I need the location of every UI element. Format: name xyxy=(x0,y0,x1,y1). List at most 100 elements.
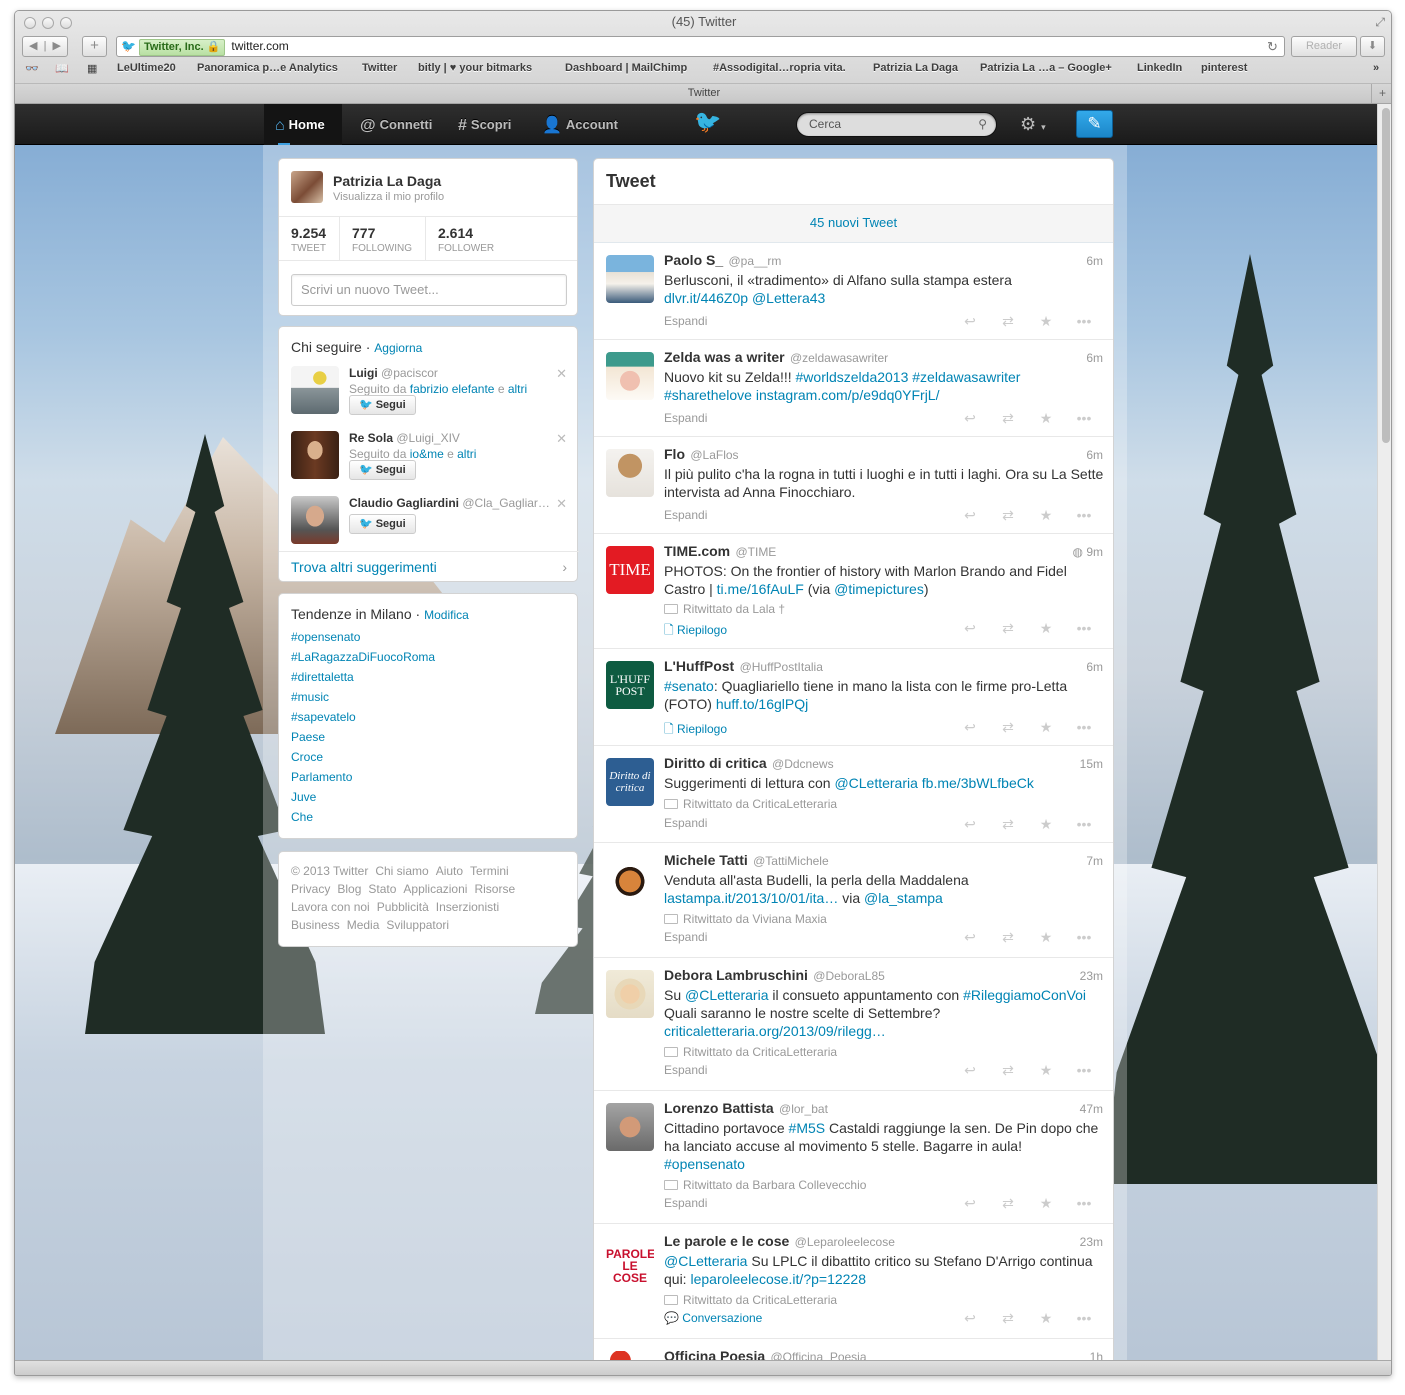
address-bar[interactable]: 🐦 Twitter, Inc. 🔒 twitter.com xyxy=(116,36,1285,57)
tweet-header[interactable]: Le parole e le cose @Leparoleelecose xyxy=(664,1233,895,1249)
avatar[interactable] xyxy=(606,1351,654,1360)
hashtag-link[interactable]: #sharethelove xyxy=(664,387,752,403)
retweet-icon[interactable]: ⇄ xyxy=(989,507,1027,524)
tweet-item[interactable]: Michele Tatti @TattiMichele 7m Venduta a… xyxy=(594,843,1113,958)
hashtag-link[interactable]: #zeldawasawriter xyxy=(912,369,1020,385)
find-more-suggestions-link[interactable]: Trova altri suggerimenti › xyxy=(279,551,579,583)
favorite-icon[interactable]: ★ xyxy=(1027,313,1065,330)
more-icon[interactable]: ••• xyxy=(1065,719,1103,735)
tweet-link[interactable]: fb.me/3bWLfbeCk xyxy=(922,775,1034,791)
tweet-item[interactable]: Zelda was a writer @zeldawasawriter 6m N… xyxy=(594,340,1113,437)
dismiss-icon[interactable]: ✕ xyxy=(556,366,567,382)
trend-item[interactable]: #direttaletta xyxy=(291,670,354,684)
settings-gear-icon[interactable]: ⚙ ▾ xyxy=(1020,112,1046,139)
tweet-header[interactable]: Lorenzo Battista @lor_bat xyxy=(664,1100,828,1116)
bookmark-item[interactable]: Dashboard | MailChimp xyxy=(565,62,687,74)
footer-link[interactable]: Chi siamo xyxy=(375,864,428,878)
more-icon[interactable]: ••• xyxy=(1065,620,1103,636)
footer-link[interactable]: Business xyxy=(291,918,340,932)
mention-link[interactable]: @CLetteraria xyxy=(685,987,768,1003)
back-forward-buttons[interactable]: ◀ | ▶ xyxy=(22,36,68,57)
avatar[interactable] xyxy=(606,855,654,903)
nav-home[interactable]: ⌂ Home xyxy=(264,104,342,145)
reader-button[interactable]: Reader xyxy=(1291,36,1357,57)
scrollbar-thumb[interactable] xyxy=(1382,108,1390,443)
new-tab-button[interactable]: + xyxy=(1371,84,1391,103)
favorite-icon[interactable]: ★ xyxy=(1027,1062,1065,1079)
followed-by-link[interactable]: io&me xyxy=(410,447,444,461)
tweet-item[interactable]: Lorenzo Battista @lor_bat 47m Cittadino … xyxy=(594,1091,1113,1224)
hashtag-link[interactable]: #opensenato xyxy=(664,1156,745,1172)
mention-link[interactable]: @la_stampa xyxy=(864,890,943,906)
footer-link[interactable]: Risorse xyxy=(474,882,515,896)
footer-link[interactable]: Sviluppatori xyxy=(386,918,449,932)
hashtag-link[interactable]: #M5S xyxy=(789,1120,826,1136)
favorite-icon[interactable]: ★ xyxy=(1027,719,1065,736)
forward-icon[interactable]: ▶ xyxy=(53,40,61,52)
footer-link[interactable]: Inserzionisti xyxy=(436,900,499,914)
tweet-header[interactable]: Paolo S_ @pa__rm xyxy=(664,252,781,268)
tab-twitter[interactable]: Twitter xyxy=(688,87,720,99)
followed-by-link[interactable]: fabrizio elefante xyxy=(410,382,495,396)
hashtag-link[interactable]: #RileggiamoConVoi xyxy=(963,987,1086,1003)
tweet-item[interactable]: L'HUFF POST L'HuffPost @HuffPostItalia 6… xyxy=(594,649,1113,746)
tweet-header[interactable]: Diritto di critica @Ddcnews xyxy=(664,755,834,771)
footer-link[interactable]: Aiuto xyxy=(436,864,463,878)
reply-icon[interactable]: ↩ xyxy=(951,1195,989,1212)
reply-icon[interactable]: ↩ xyxy=(951,1062,989,1079)
tweet-header[interactable]: Flo @LaFlos xyxy=(664,446,739,462)
stat-tweets[interactable]: 9.254 TWEET xyxy=(279,217,340,261)
vertical-scrollbar[interactable] xyxy=(1377,104,1391,1360)
new-tweet-input[interactable]: Scrivi un nuovo Tweet... xyxy=(291,274,567,306)
favorite-icon[interactable]: ★ xyxy=(1027,620,1065,637)
stat-following[interactable]: 777 FOLLOWING xyxy=(340,217,426,261)
avatar[interactable]: L'HUFF POST xyxy=(606,661,654,709)
tweet-item[interactable]: Debora Lambruschini @DeboraL85 23m Su @C… xyxy=(594,958,1113,1091)
footer-link[interactable]: Applicazioni xyxy=(403,882,467,896)
bookmark-item[interactable]: #Assodigital…ropria vita. xyxy=(713,62,846,74)
tweet-time[interactable]: 23m xyxy=(1080,969,1103,983)
retweet-icon[interactable]: ⇄ xyxy=(989,929,1027,946)
tweet-item[interactable]: PAROLE LE COSE Le parole e le cose @Lepa… xyxy=(594,1224,1113,1339)
retweet-icon[interactable]: ⇄ xyxy=(989,410,1027,427)
mention-link[interactable]: @Lettera43 xyxy=(752,290,825,306)
avatar[interactable] xyxy=(606,255,654,303)
retweet-icon[interactable]: ⇄ xyxy=(989,1062,1027,1079)
tweet-time[interactable]: 6m xyxy=(1086,448,1103,462)
reply-icon[interactable]: ↩ xyxy=(951,410,989,427)
stat-followers[interactable]: 2.614 FOLLOWER xyxy=(426,217,579,261)
retweeted-by[interactable]: Ritwittato da Lala † xyxy=(664,602,785,616)
avatar[interactable] xyxy=(291,496,339,544)
follow-button[interactable]: 🐦 Segui xyxy=(349,395,416,415)
bookmark-item[interactable]: Patrizia La …a – Google+ xyxy=(980,62,1112,74)
bookmark-item[interactable]: bitly | ♥ your bitmarks xyxy=(418,62,532,74)
hashtag-link[interactable]: #worldszelda2013 xyxy=(796,369,909,385)
avatar[interactable] xyxy=(606,1103,654,1151)
new-tweets-bar[interactable]: 45 nuovi Tweet xyxy=(594,205,1113,243)
nav-account[interactable]: 👤 Account xyxy=(542,104,618,145)
trend-item[interactable]: Parlamento xyxy=(291,770,352,784)
compose-tweet-button[interactable]: ✎ xyxy=(1076,110,1113,138)
avatar[interactable]: TIME xyxy=(606,546,654,594)
conversation-link[interactable]: 💬 Conversazione xyxy=(664,1311,762,1325)
tweet-item[interactable]: TIME TIME.com @TIME ◍ 9m PHOTOS: On the … xyxy=(594,534,1113,649)
mention-link[interactable]: @CLetteraria xyxy=(664,1253,747,1269)
profile-name[interactable]: Patrizia La Daga xyxy=(333,173,441,189)
reply-icon[interactable]: ↩ xyxy=(951,620,989,637)
expand-link[interactable]: Espandi xyxy=(664,411,707,425)
others-link[interactable]: altri xyxy=(508,382,527,396)
tweet-link[interactable]: lastampa.it/2013/10/01/ita… xyxy=(664,890,838,906)
suggestion-name[interactable]: Claudio Gagliardini @Cla_Gagliar… xyxy=(349,496,550,510)
summary-link[interactable]: 🗋 Riepilogo xyxy=(664,720,727,741)
avatar[interactable] xyxy=(291,171,323,203)
tweet-item[interactable]: Officina Poesia @Officina_Poesia 1h xyxy=(594,1339,1113,1360)
downloads-icon[interactable]: ⬇ xyxy=(1360,36,1385,57)
footer-link[interactable]: Privacy xyxy=(291,882,330,896)
hashtag-link[interactable]: #senato xyxy=(664,678,714,694)
mention-link[interactable]: @CLetteraria xyxy=(834,775,917,791)
tweet-header[interactable]: Michele Tatti @TattiMichele xyxy=(664,852,829,868)
more-icon[interactable]: ••• xyxy=(1065,1195,1103,1211)
retweet-icon[interactable]: ⇄ xyxy=(989,1310,1027,1327)
favorite-icon[interactable]: ★ xyxy=(1027,507,1065,524)
favorite-icon[interactable]: ★ xyxy=(1027,1310,1065,1327)
